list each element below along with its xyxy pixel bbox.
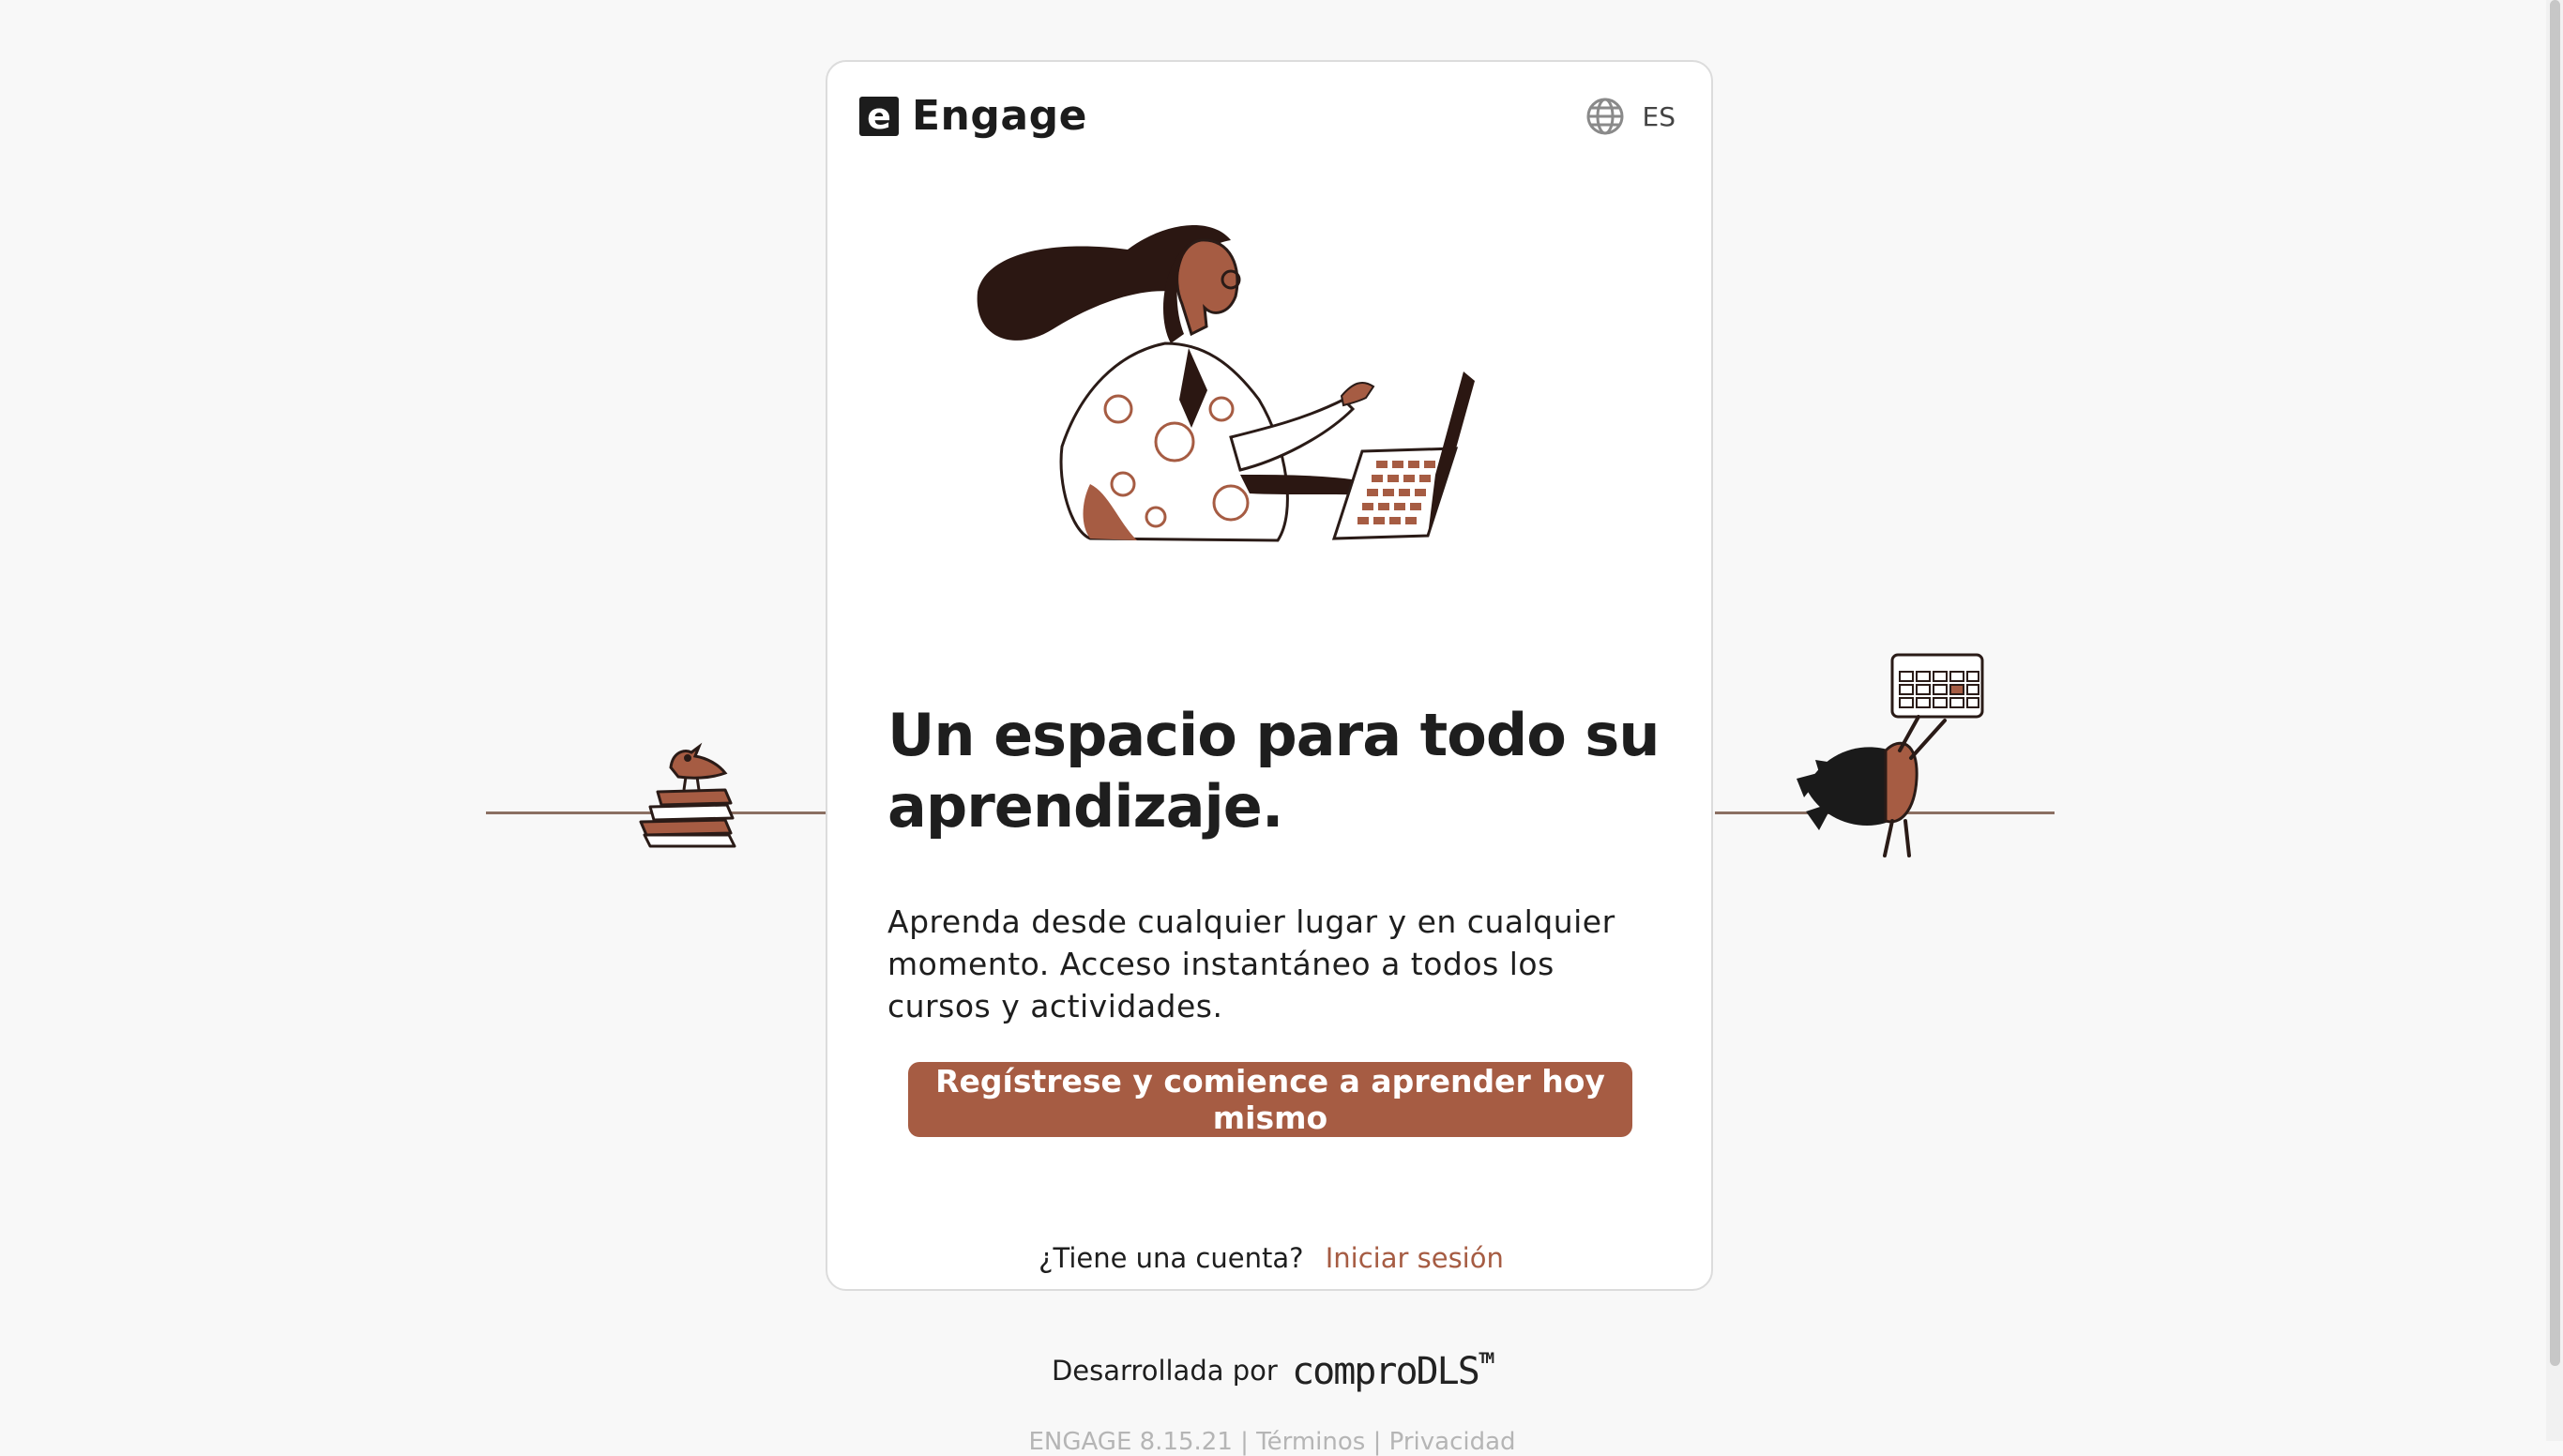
signup-button[interactable]: Regístrese y comience a aprender hoy mis… xyxy=(908,1062,1632,1137)
language-code: ES xyxy=(1642,100,1676,132)
developed-by-text: Desarrollada por xyxy=(1051,1355,1278,1387)
creature-calendar-illustration xyxy=(1797,653,1984,857)
login-link[interactable]: Iniciar sesión xyxy=(1326,1242,1504,1274)
woman-laptop-illustration xyxy=(977,224,1475,542)
signup-card: e Engage ES Un espacio para todo su apre… xyxy=(826,60,1713,1291)
books-bird-illustration xyxy=(639,742,736,848)
engage-logo-icon: e xyxy=(859,96,899,136)
footer-credit: Desarrollada por comproDLSTM xyxy=(0,1349,2544,1393)
scrollbar-track[interactable] xyxy=(2546,0,2563,1441)
brand-name: Engage xyxy=(912,92,1087,140)
login-prompt-row: ¿Tiene una cuenta? Iniciar sesión xyxy=(827,1242,1715,1274)
comprodls-logo: comproDLSTM xyxy=(1292,1349,1494,1393)
scrollbar-thumb[interactable] xyxy=(2550,0,2560,1366)
trademark-mark: TM xyxy=(1478,1349,1494,1367)
globe-icon xyxy=(1586,98,1624,135)
language-selector[interactable]: ES xyxy=(1585,96,1676,137)
page-description: Aprenda desde cualquier lugar y en cualq… xyxy=(887,903,1615,1024)
footer-version-links[interactable]: ENGAGE 8.15.21 | Términos | Privacidad xyxy=(0,1428,2544,1456)
brand-logo[interactable]: e Engage xyxy=(859,92,1087,140)
login-prompt-text: ¿Tiene una cuenta? xyxy=(1039,1242,1304,1274)
company-name: comproDLS xyxy=(1292,1350,1480,1393)
page-headline: Un espacio para todo su aprendizaje. xyxy=(887,701,1660,841)
